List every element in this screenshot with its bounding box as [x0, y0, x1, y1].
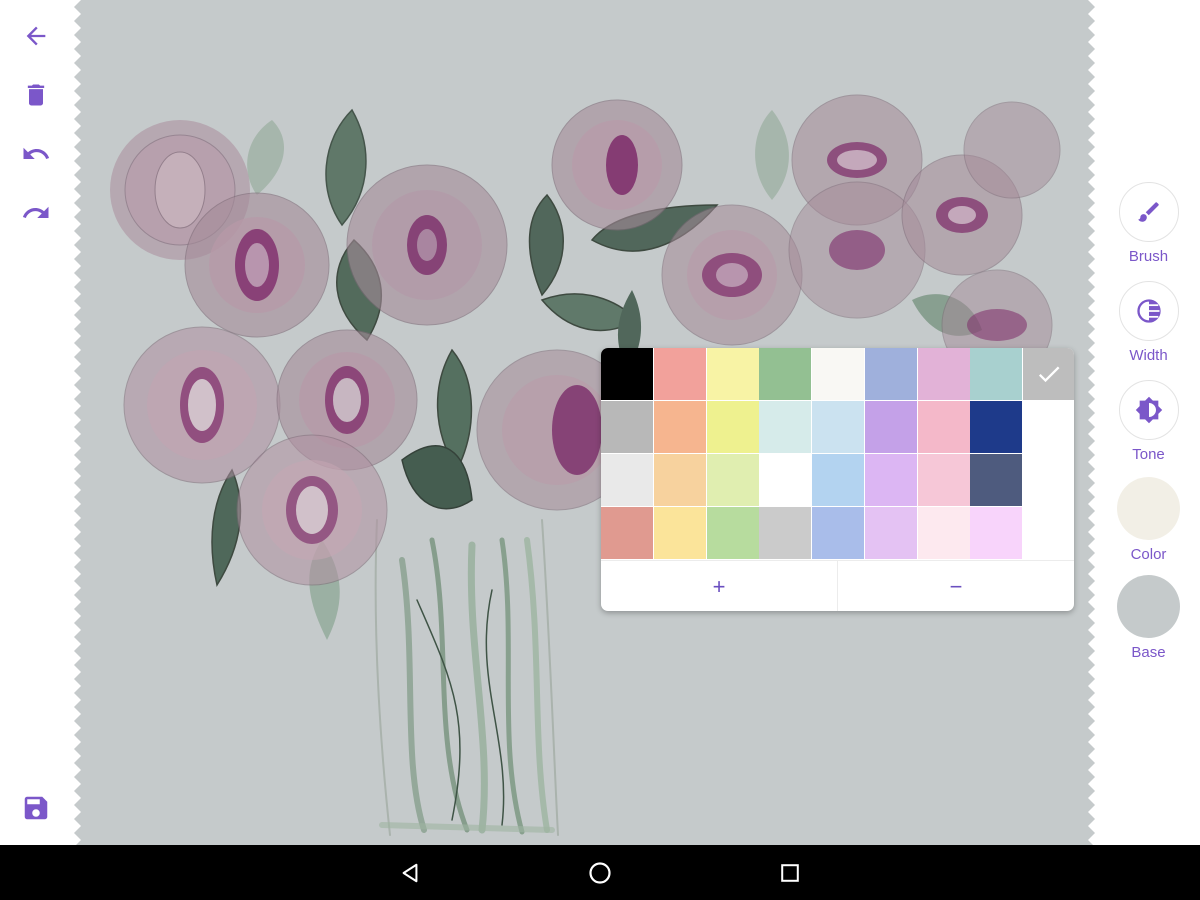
palette-swatch[interactable]: [812, 507, 864, 559]
width-icon: [1136, 299, 1161, 323]
color-swatch[interactable]: [1117, 477, 1180, 540]
arrow-left-icon: [26, 26, 46, 46]
back-button[interactable]: [14, 14, 58, 58]
palette-swatch[interactable]: [601, 454, 653, 506]
palette-swatch[interactable]: [917, 507, 970, 559]
nav-recents-button[interactable]: [774, 857, 806, 889]
palette-swatch[interactable]: [864, 348, 917, 400]
palette-swatch[interactable]: [917, 454, 970, 506]
base-swatch[interactable]: [1117, 575, 1180, 638]
tone-button[interactable]: [1118, 380, 1179, 440]
redo-button[interactable]: [14, 191, 58, 235]
width-label: Width: [1129, 347, 1168, 364]
nav-recents-icon: [781, 864, 799, 882]
remove-color-button[interactable]: −: [838, 561, 1074, 611]
palette-swatch[interactable]: [759, 348, 812, 400]
brush-tool[interactable]: Brush: [1097, 182, 1200, 265]
palette-swatch[interactable]: [759, 454, 812, 506]
nav-home-button[interactable]: [584, 857, 616, 889]
color-tool[interactable]: Color: [1097, 477, 1200, 563]
undo-button[interactable]: [14, 132, 58, 176]
palette-swatch[interactable]: [653, 454, 706, 506]
palette-swatch[interactable]: [706, 401, 759, 453]
palette-swatch[interactable]: [812, 454, 864, 506]
tone-icon: [1135, 396, 1162, 424]
tone-tool[interactable]: Tone: [1097, 380, 1200, 463]
palette-swatch[interactable]: [970, 401, 1023, 453]
width-tool[interactable]: Width: [1097, 281, 1200, 364]
check-icon: [1038, 366, 1059, 383]
palette-swatch[interactable]: [601, 348, 653, 400]
brush-icon: [1137, 202, 1159, 222]
redo-icon: [22, 206, 49, 218]
trash-icon: [27, 84, 45, 106]
color-palette-popup: + −: [601, 348, 1074, 611]
save-icon: [24, 796, 48, 820]
palette-swatch[interactable]: [759, 507, 812, 559]
brush-button[interactable]: [1118, 182, 1179, 242]
canvas-right-edge: [1088, 0, 1097, 845]
canvas-left-edge: [72, 0, 81, 845]
delete-button[interactable]: [14, 73, 58, 117]
palette-swatch[interactable]: [706, 348, 759, 400]
palette-footer: + −: [601, 560, 1074, 611]
tone-label: Tone: [1132, 446, 1165, 463]
palette-swatch[interactable]: [706, 454, 759, 506]
palette-swatch[interactable]: [970, 454, 1023, 506]
brush-label: Brush: [1128, 248, 1169, 265]
palette-swatch[interactable]: [653, 401, 706, 453]
color-label: Color: [1130, 546, 1167, 563]
left-toolbar: [0, 0, 72, 845]
palette-swatch[interactable]: [970, 507, 1023, 559]
add-color-button[interactable]: +: [601, 561, 838, 611]
nav-back-button[interactable]: [394, 857, 426, 889]
right-tool-panel: Brush Width Tone Color Base: [1097, 0, 1200, 845]
base-label: Base: [1131, 644, 1166, 661]
system-navigation-bar: [0, 845, 1200, 900]
palette-swatch[interactable]: [601, 507, 653, 559]
nav-home-icon: [589, 862, 611, 884]
width-button[interactable]: [1118, 281, 1179, 341]
palette-swatch[interactable]: [812, 401, 864, 453]
palette-swatch[interactable]: [601, 401, 653, 453]
palette-confirm-button[interactable]: [1023, 348, 1074, 400]
save-button[interactable]: [14, 786, 58, 830]
base-tool[interactable]: Base: [1097, 575, 1200, 661]
palette-swatch[interactable]: [706, 507, 759, 559]
palette-swatch[interactable]: [864, 401, 917, 453]
palette-swatch[interactable]: [864, 507, 917, 559]
nav-back-icon: [402, 863, 418, 883]
palette-swatch[interactable]: [653, 348, 706, 400]
palette-swatch[interactable]: [812, 348, 864, 400]
palette-swatch[interactable]: [653, 507, 706, 559]
palette-swatch[interactable]: [759, 401, 812, 453]
palette-swatch[interactable]: [864, 454, 917, 506]
palette-swatch[interactable]: [917, 348, 970, 400]
palette-swatch[interactable]: [917, 401, 970, 453]
palette-swatch[interactable]: [970, 348, 1023, 400]
undo-icon: [23, 147, 50, 159]
